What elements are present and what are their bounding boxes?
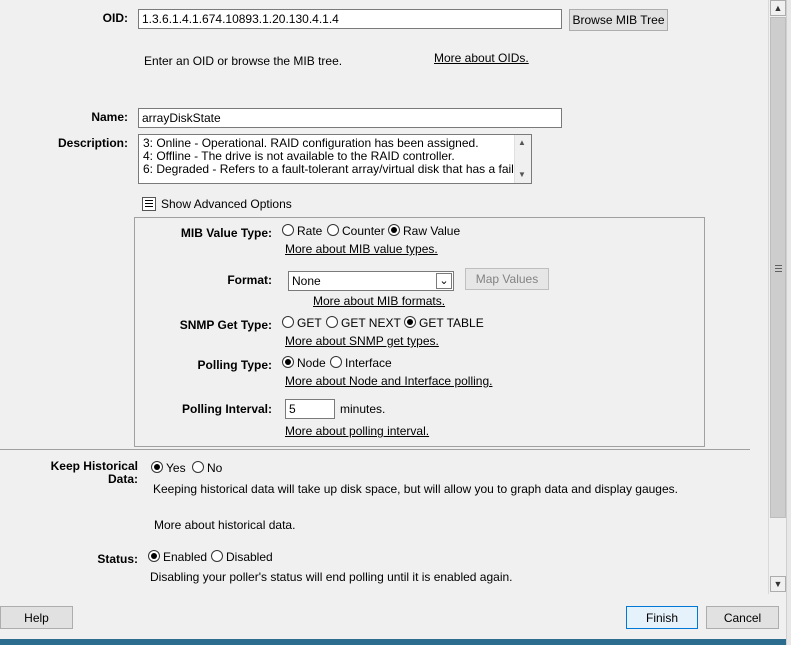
description-scrollbar[interactable]: ▲ ▼ [514,135,531,183]
oid-input[interactable]: 1.3.6.1.4.1.674.10893.1.20.130.4.1.4 [138,9,562,29]
counter-radio-label[interactable]: Counter [342,224,385,238]
collapse-icon[interactable] [142,197,156,211]
scrollbar-thumb[interactable] [770,17,786,518]
window-right-border [786,0,791,645]
map-values-button[interactable]: Map Values [465,268,549,290]
format-select[interactable]: None ⌄ [288,271,454,291]
historical-no-radio[interactable] [192,461,204,473]
more-about-oids-link[interactable]: More about OIDs. [434,51,529,65]
description-label: Description: [57,136,128,150]
status-label: Status: [97,552,138,566]
description-textarea[interactable]: 3: Online - Operational. RAID configurat… [138,134,532,184]
scroll-down-icon[interactable]: ▼ [770,576,786,592]
counter-radio[interactable] [327,224,339,236]
name-input[interactable]: arrayDiskState [138,108,562,128]
polling-interval-unit: minutes. [340,402,386,416]
format-select-value: None [292,274,321,288]
historical-description: Keeping historical data will take up dis… [153,482,678,496]
finish-button[interactable]: Finish [626,606,698,629]
description-line: 6: Degraded - Refers to a fault-tolerant… [143,162,532,176]
chevron-down-icon[interactable]: ▼ [518,168,526,181]
snmp-get-type-label: SNMP Get Type: [179,318,272,332]
more-about-node-interface-polling-link[interactable]: More about Node and Interface polling. [285,374,492,388]
get-table-radio-label[interactable]: GET TABLE [419,316,484,330]
help-button[interactable]: Help [0,606,73,629]
get-table-radio[interactable] [404,316,416,328]
mib-value-type-label: MIB Value Type: [180,226,272,240]
polling-interval-input[interactable]: 5 [285,399,335,419]
get-next-radio[interactable] [326,316,338,328]
format-label: Format: [227,273,272,287]
section-divider [0,449,750,450]
raw-value-radio[interactable] [388,224,400,236]
keep-historical-label: Keep Historical Data: [50,459,138,486]
status-description: Disabling your poller's status will end … [150,570,513,584]
show-advanced-options-label[interactable]: Show Advanced Options [161,197,292,211]
oid-hint: Enter an OID or browse the MIB tree. [144,54,343,68]
interface-radio[interactable] [330,356,342,368]
chevron-up-icon[interactable]: ▲ [518,136,526,149]
raw-value-radio-label[interactable]: Raw Value [403,224,460,238]
chevron-down-icon[interactable]: ⌄ [436,273,452,289]
more-about-snmp-get-types-link[interactable]: More about SNMP get types. [285,334,439,348]
more-about-mib-formats-link[interactable]: More about MIB formats. [313,294,445,308]
rate-radio[interactable] [282,224,294,236]
name-label: Name: [91,110,128,124]
enabled-radio[interactable] [148,550,160,562]
get-radio[interactable] [282,316,294,328]
enabled-radio-label[interactable]: Enabled [163,550,207,564]
historical-no-radio-label[interactable]: No [207,461,222,475]
more-about-polling-interval-link[interactable]: More about polling interval. [285,424,429,438]
window-bottom-border [0,639,791,645]
interface-radio-label[interactable]: Interface [345,356,392,370]
cancel-button[interactable]: Cancel [706,606,779,629]
node-radio-label[interactable]: Node [297,356,326,370]
rate-radio-label[interactable]: Rate [297,224,322,238]
more-about-mib-value-types-link[interactable]: More about MIB value types. [285,242,438,256]
disabled-radio[interactable] [211,550,223,562]
scroll-up-icon[interactable]: ▲ [770,0,786,16]
historical-yes-radio-label[interactable]: Yes [166,461,186,475]
polling-interval-label: Polling Interval: [181,402,272,416]
node-radio[interactable] [282,356,294,368]
historical-yes-radio[interactable] [151,461,163,473]
oid-label: OID: [102,11,128,25]
polling-type-label: Polling Type: [197,358,272,372]
get-next-radio-label[interactable]: GET NEXT [341,316,401,330]
more-about-historical-data[interactable]: More about historical data. [154,518,295,532]
disabled-radio-label[interactable]: Disabled [226,550,273,564]
main-scrollbar[interactable]: ▲ ▼ [768,0,786,594]
get-radio-label[interactable]: GET [297,316,322,330]
browse-mib-tree-button[interactable]: Browse MIB Tree [569,9,668,31]
